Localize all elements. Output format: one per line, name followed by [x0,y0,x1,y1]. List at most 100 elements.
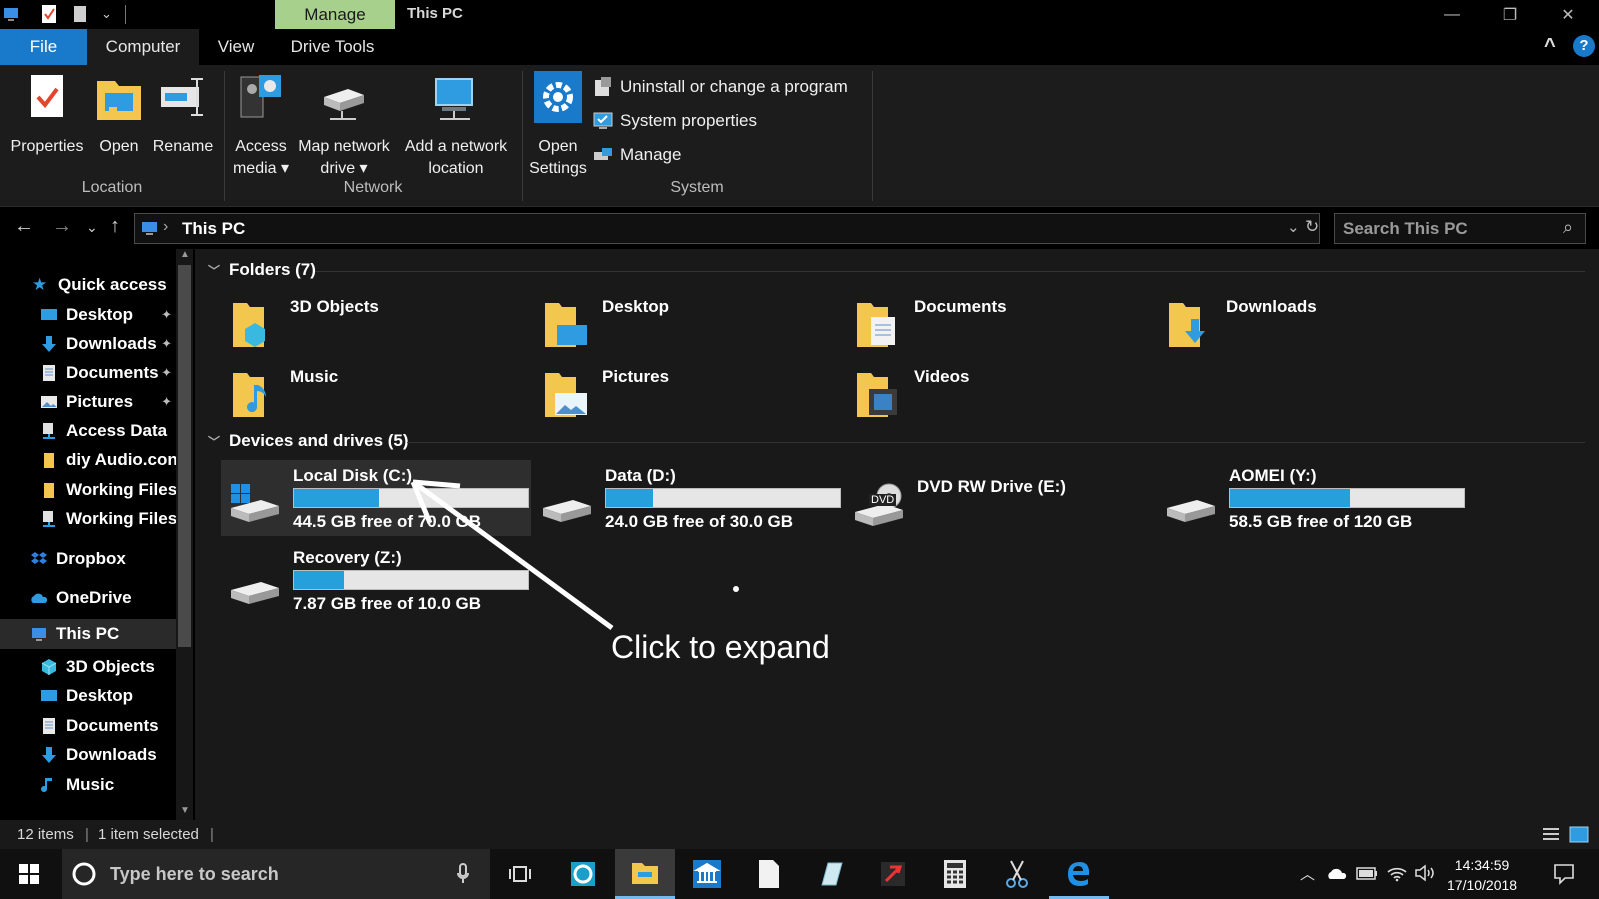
tab-view[interactable]: View [200,29,272,65]
action-center-icon[interactable] [1553,863,1575,885]
breadcrumb-this-pc[interactable]: This PC [182,219,245,239]
sidebar-item-working-files[interactable]: Working Files [0,476,176,504]
drive-aomei-y[interactable]: AOMEI (Y:) 58.5 GB free of 120 GB [1157,460,1467,536]
windows-start-icon[interactable] [19,864,39,884]
sidebar-item-pc-music[interactable]: Music [0,771,176,799]
pin-icon[interactable]: ✦ [161,394,172,410]
sidebar-item-pictures[interactable]: Pictures ✦ [0,388,176,416]
help-button[interactable]: ? [1573,35,1595,57]
search-box[interactable]: ⌕ [1334,213,1586,244]
pin-icon[interactable]: ✦ [161,307,172,323]
task-view-button[interactable] [490,849,550,899]
this-pc-icon[interactable] [2,4,20,24]
sidebar-item-working-files-network[interactable]: Working Files [0,505,176,533]
details-view-icon[interactable] [1542,827,1560,842]
open-settings-button[interactable]: Open Settings [526,71,590,180]
taskbar-search-input[interactable] [110,861,410,887]
collapse-ribbon-button[interactable]: ^ [1544,35,1556,58]
sidebar-item-desktop[interactable]: Desktop ✦ [0,301,176,329]
breadcrumb-separator[interactable]: › [163,218,168,236]
taskbar-app-edge[interactable] [1049,849,1109,899]
properties-quick-icon[interactable] [40,4,58,24]
taskbar-clock[interactable]: 14:34:59 17/10/2018 [1447,855,1517,895]
folder-3d-objects[interactable]: 3D Objects [195,289,495,355]
drives-section-header[interactable]: ﹀ Devices and drives (5) [208,431,409,451]
taskbar-app-paint[interactable] [801,849,861,899]
customize-quick-access-icon[interactable]: ⌄ [101,6,112,22]
sidebar-item-pc-desktop[interactable]: Desktop [0,682,176,710]
show-hidden-icons-button[interactable]: ︿ [1300,863,1315,884]
pin-icon[interactable]: ✦ [161,365,172,381]
sidebar-item-quick-access[interactable]: ★ Quick access [0,271,176,299]
new-folder-quick-icon[interactable] [71,4,89,24]
sidebar-item-this-pc[interactable]: This PC [0,619,176,649]
wifi-icon[interactable] [1386,864,1408,882]
taskbar-search[interactable] [62,849,490,899]
close-button[interactable]: ✕ [1539,0,1597,29]
minimize-button[interactable]: — [1423,0,1481,29]
taskbar-app-red-tool[interactable] [863,849,923,899]
taskbar-app-calculator[interactable] [925,849,985,899]
chevron-down-icon[interactable]: ﹀ [208,433,220,450]
folder-videos[interactable]: Videos [819,359,1119,425]
back-button[interactable]: ← [14,215,34,238]
sidebar-item-diy-audio[interactable]: diy Audio.con [0,446,176,474]
access-media-button[interactable]: Access media ▾ [230,71,292,180]
volume-icon[interactable] [1414,864,1436,882]
sidebar-scrollbar[interactable]: ▲ ▼ [176,249,193,820]
sidebar-item-pc-downloads[interactable]: Downloads [0,741,176,769]
scrollbar-thumb[interactable] [178,265,191,647]
taskbar-app-file-explorer[interactable] [615,849,675,899]
sidebar-item-3d-objects[interactable]: 3D Objects [0,653,176,681]
add-network-location-button[interactable]: Add a network location [398,71,514,180]
sidebar-item-dropbox[interactable]: Dropbox [0,545,176,573]
drive-local-disk-c[interactable]: Local Disk (C:) 44.5 GB free of 70.0 GB [221,460,531,536]
battery-icon[interactable] [1356,867,1378,880]
open-button[interactable]: Open [92,71,146,158]
sidebar-item-onedrive[interactable]: OneDrive [0,584,176,612]
rename-button[interactable]: Rename [150,71,216,158]
taskbar-app-bank[interactable] [677,849,737,899]
large-icons-view-icon[interactable] [1569,826,1589,843]
search-icon[interactable]: ⌕ [1563,217,1573,238]
drive-recovery-z[interactable]: Recovery (Z:) 7.87 GB free of 10.0 GB [221,542,531,618]
scroll-up-icon[interactable]: ▲ [180,249,190,260]
up-button[interactable]: ↑ [110,215,120,238]
folder-desktop[interactable]: Desktop [507,289,807,355]
manage-context-tab[interactable]: Manage [275,0,395,29]
tab-drive-tools[interactable]: Drive Tools [272,29,393,65]
taskbar-app-browser[interactable] [553,849,613,899]
uninstall-program-button[interactable]: Uninstall or change a program [592,73,848,101]
refresh-icon[interactable]: ↻ [1305,217,1319,237]
pin-icon[interactable]: ✦ [161,336,172,352]
recent-locations-button[interactable]: ⌄ [86,219,98,236]
drive-dvd-rw-e[interactable]: DVD DVD RW Drive (E:) [845,460,1155,536]
map-network-drive-button[interactable]: Map network drive ▾ [294,71,394,180]
forward-button[interactable]: → [52,215,72,238]
properties-button[interactable]: Properties [8,71,86,158]
taskbar-app-snipping-tool[interactable] [987,849,1047,899]
scroll-down-icon[interactable]: ▼ [180,805,190,816]
folder-pictures[interactable]: Pictures [507,359,807,425]
search-input[interactable] [1343,218,1553,240]
sidebar-item-downloads[interactable]: Downloads ✦ [0,330,176,358]
system-properties-button[interactable]: System properties [592,107,757,135]
address-dropdown-icon[interactable]: ⌄ [1287,218,1300,236]
sidebar-item-pc-documents[interactable]: Documents [0,712,176,740]
sidebar-item-access-data[interactable]: Access Data [0,417,176,445]
folder-documents[interactable]: Documents [819,289,1119,355]
folders-section-header[interactable]: ﹀ Folders (7) [208,260,316,280]
folder-downloads[interactable]: Downloads [1131,289,1431,355]
onedrive-cloud-icon[interactable] [1326,865,1348,881]
chevron-down-icon[interactable]: ﹀ [208,262,220,279]
sidebar-item-documents[interactable]: Documents ✦ [0,359,176,387]
manage-button[interactable]: Manage [592,141,681,169]
restore-button[interactable]: ❐ [1481,0,1539,29]
folder-music[interactable]: Music [195,359,495,425]
microphone-icon[interactable] [456,863,470,885]
drive-data-d[interactable]: Data (D:) 24.0 GB free of 30.0 GB [533,460,843,536]
tab-file[interactable]: File [0,29,87,65]
tab-computer[interactable]: Computer [87,29,199,65]
address-bar[interactable]: › This PC ⌄ ↻ [134,213,1320,244]
taskbar-app-notepad[interactable] [739,849,799,899]
